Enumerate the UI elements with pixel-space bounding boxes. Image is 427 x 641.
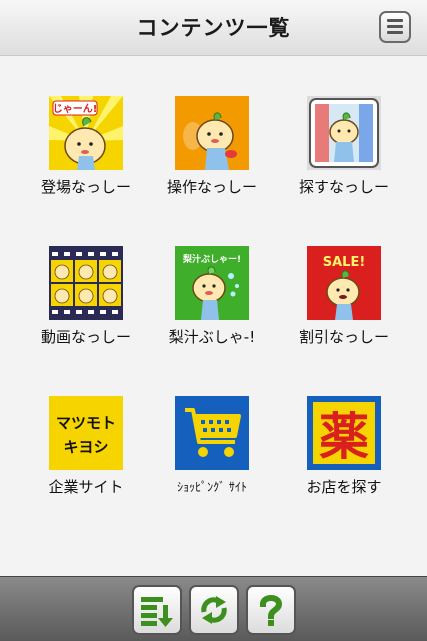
tile-label: 梨汁ぶしゃ-! <box>168 328 256 346</box>
menu-button[interactable] <box>379 11 411 43</box>
tile-pear-juice[interactable]: 梨汁ぶしゃー! 梨汁ぶしゃ-! <box>152 246 272 376</box>
sort-button[interactable] <box>132 585 182 635</box>
tile-corporate-site[interactable]: マツモト キヨシ 企業サイト <box>26 396 146 526</box>
tile-label: お店を探す <box>306 478 382 496</box>
matsumoto-kiyoshi-logo-icon: マツモト キヨシ <box>49 396 123 470</box>
tile-shopping-site[interactable]: ｼｮｯﾋﾟﾝｸﾞ ｻｲﾄ <box>152 396 272 526</box>
sale-text: SALE! <box>323 255 366 270</box>
tile-discount[interactable]: SALE! 割引なっしー <box>284 246 404 376</box>
juice-text: 梨汁ぶしゃー! <box>182 253 241 265</box>
footer-toolbar <box>0 576 427 641</box>
help-button[interactable] <box>246 585 296 635</box>
film-strip-icon <box>49 246 123 320</box>
pharmacy-kanji-icon: 薬 <box>307 396 381 470</box>
refresh-icon <box>201 596 227 624</box>
tile-appearance[interactable]: じゃーん! 登場なっしー <box>26 96 146 226</box>
tile-video[interactable]: 動画なっしー <box>26 246 146 376</box>
tile-operation[interactable]: 操作なっしー <box>152 96 272 226</box>
tile-label: ｼｮｯﾋﾟﾝｸﾞ ｻｲﾄ <box>177 480 247 494</box>
tile-label: 企業サイト <box>48 478 124 496</box>
sort-list-icon <box>141 597 173 627</box>
tile-find-store[interactable]: 薬 お店を探す <box>284 396 404 526</box>
page-title: コンテンツ一覧 <box>136 16 291 40</box>
pharmacy-kanji: 薬 <box>319 408 369 466</box>
splash-text: じゃーん! <box>53 103 98 115</box>
tile-label: 登場なっしー <box>40 178 131 196</box>
tile-label: 操作なっしー <box>166 178 257 196</box>
header-bar: コンテンツ一覧 <box>0 0 427 56</box>
content-grid: じゃーん! 登場なっしー 操作なっしー 探すなっしー 動画なっしー 梨汁ぶしゃー… <box>0 56 427 576</box>
tile-search[interactable]: 探すなっしー <box>284 96 404 226</box>
shopping-cart-icon <box>175 396 249 470</box>
tile-label: 探すなっしー <box>298 178 389 196</box>
corp-line1: マツモト <box>56 414 116 432</box>
refresh-button[interactable] <box>189 585 239 635</box>
character-search-icon <box>307 96 381 170</box>
tile-label: 動画なっしー <box>40 328 131 346</box>
character-appearance-icon: じゃーん! <box>49 96 123 170</box>
sale-icon: SALE! <box>307 246 381 320</box>
pear-juice-splash-icon: 梨汁ぶしゃー! <box>175 246 249 320</box>
question-mark-icon <box>259 595 283 626</box>
tile-label: 割引なっしー <box>298 328 389 346</box>
character-operation-icon <box>175 96 249 170</box>
corp-line2: キヨシ <box>63 438 108 456</box>
